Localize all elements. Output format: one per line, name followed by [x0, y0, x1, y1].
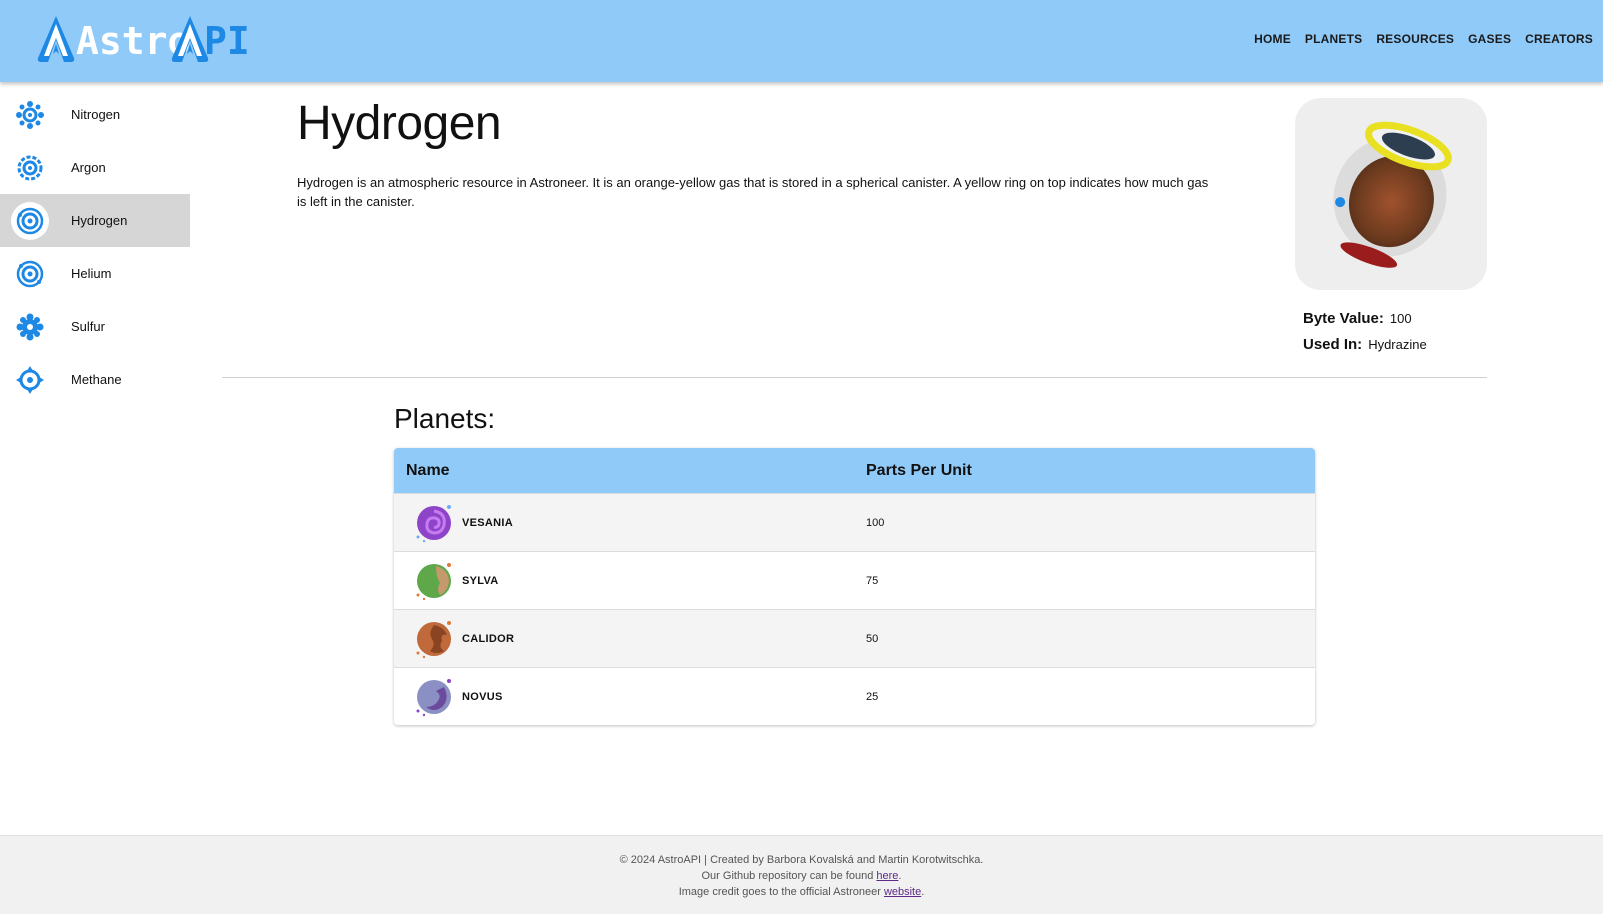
planet-name: SYLVA — [462, 574, 499, 587]
website-link[interactable]: website — [884, 886, 921, 898]
used-in-value: Hydrazine — [1368, 337, 1427, 352]
gas-sidebar: Nitrogen Argon Hydrogen Helium Sulfur Me… — [0, 88, 190, 406]
table-row[interactable]: NOVUS 25 — [394, 667, 1315, 725]
sidebar-item-label: Helium — [71, 266, 112, 281]
nitrogen-icon — [11, 96, 49, 134]
nav-planets[interactable]: PLANETS — [1305, 32, 1362, 46]
sulfur-icon — [11, 308, 49, 346]
github-link[interactable]: here — [876, 870, 898, 882]
hydrogen-icon — [11, 202, 49, 240]
table-body: VESANIA 100 SYLVA 75 CALIDOR 50 NOVUS 25 — [394, 493, 1315, 725]
table-row[interactable]: CALIDOR 50 — [394, 609, 1315, 667]
column-header-name: Name — [406, 461, 450, 479]
page-title: Hydrogen — [297, 97, 502, 150]
parts-per-unit: 50 — [866, 632, 879, 645]
planets-heading: Planets: — [394, 403, 496, 434]
vesania-planet-icon — [416, 504, 451, 542]
sidebar-item-hydrogen[interactable]: Hydrogen — [0, 194, 190, 247]
astroapi-logo[interactable]: Astro PI — [34, 14, 250, 64]
sidebar-item-label: Sulfur — [71, 319, 105, 334]
sidebar-item-sulfur[interactable]: Sulfur — [0, 300, 190, 353]
planet-name: VESANIA — [462, 516, 513, 529]
footer-credit-text: Image credit goes to the official Astron… — [678, 886, 884, 898]
hydrogen-canister-image — [1333, 121, 1452, 268]
nav-home[interactable]: HOME — [1254, 32, 1291, 46]
footer-github-text: Our Github repository can be found — [701, 870, 877, 882]
table-row[interactable]: VESANIA 100 — [394, 493, 1315, 551]
footer-copyright: © 2024 AstroAPI | Created by Barbora Kov… — [619, 854, 984, 866]
nav-gases[interactable]: GASES — [1468, 32, 1511, 46]
planet-name: CALIDOR — [462, 632, 515, 645]
sylva-planet-icon — [416, 562, 451, 600]
column-header-ppu: Parts Per Unit — [866, 461, 972, 479]
used-in-label: Used In: — [1303, 336, 1363, 353]
parts-per-unit: 25 — [866, 690, 879, 703]
planets-table: Name Parts Per Unit VESANIA 100 SYLVA 75… — [394, 448, 1315, 725]
resource-image-card — [1295, 98, 1487, 290]
footer-github-end: . — [898, 870, 902, 882]
logo-text-pi: PI — [204, 19, 250, 63]
logo-graphic: Astro PI — [37, 16, 250, 63]
parts-per-unit: 75 — [866, 574, 879, 587]
nav-creators[interactable]: CREATORS — [1525, 32, 1593, 46]
novus-planet-icon — [416, 678, 451, 716]
resource-description: Hydrogen is an atmospheric resource in A… — [297, 175, 1209, 209]
byte-value-row: Byte Value: 100 — [1303, 310, 1412, 327]
sidebar-item-helium[interactable]: Helium — [0, 247, 190, 300]
footer-credit-end: . — [921, 886, 925, 898]
top-header: Astro PI HOME PLANETS RESOURCES GASES CR… — [0, 0, 1603, 82]
byte-value-label: Byte Value: — [1303, 310, 1384, 327]
methane-icon — [11, 361, 49, 399]
calidor-planet-icon — [416, 620, 451, 658]
table-header: Name Parts Per Unit — [394, 448, 1315, 493]
footer-github-line: Our Github repository can be found here. — [0, 868, 1603, 884]
footer-credit-line: Image credit goes to the official Astron… — [0, 884, 1603, 900]
sidebar-item-label: Methane — [71, 372, 122, 387]
used-in-row: Used In: Hydrazine — [1303, 336, 1427, 353]
byte-value: 100 — [1389, 311, 1412, 326]
sidebar-item-label: Nitrogen — [71, 107, 121, 122]
sidebar-item-argon[interactable]: Argon — [0, 141, 190, 194]
sidebar-item-label: Hydrogen — [71, 213, 128, 228]
section-divider — [222, 377, 1487, 378]
nav-resources[interactable]: RESOURCES — [1376, 32, 1454, 46]
argon-icon — [11, 149, 49, 187]
planet-name: NOVUS — [462, 690, 503, 703]
table-row[interactable]: SYLVA 75 — [394, 551, 1315, 609]
parts-per-unit: 100 — [866, 516, 885, 529]
sidebar-item-label: Argon — [71, 160, 106, 175]
helium-icon — [11, 255, 49, 293]
sidebar-item-nitrogen[interactable]: Nitrogen — [0, 88, 190, 141]
main-nav: HOME PLANETS RESOURCES GASES CREATORS — [1254, 32, 1593, 46]
sidebar-item-methane[interactable]: Methane — [0, 353, 190, 406]
page-footer: © 2024 AstroAPI | Created by Barbora Kov… — [0, 835, 1603, 914]
